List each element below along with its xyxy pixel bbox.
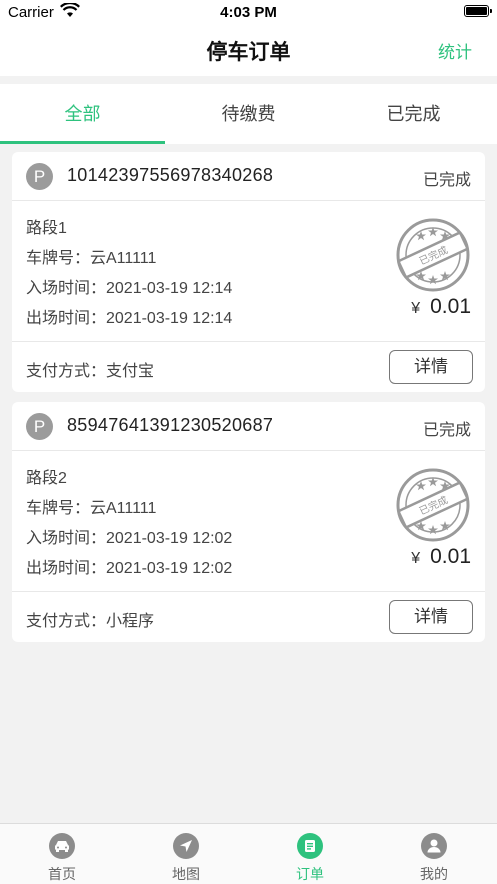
parking-icon: P xyxy=(26,413,53,440)
payment-method: 支付方式：支付宝 xyxy=(26,363,155,380)
clock: 4:03 PM xyxy=(220,4,277,21)
tabbar-item-map[interactable]: 地图 xyxy=(124,824,248,884)
order-number: 10142397556978340268 xyxy=(67,165,274,185)
order-list-icon xyxy=(297,833,323,859)
tabbar-item-home[interactable]: 首页 xyxy=(0,824,124,884)
order-card[interactable]: P 10142397556978340268 已完成 路段1 车牌号：云A111… xyxy=(12,152,485,392)
tabbar-label-map: 地图 xyxy=(172,866,200,882)
tab-all[interactable]: 全部 xyxy=(0,84,165,144)
entry-time: 入场时间：2021-03-19 12:14 xyxy=(26,280,233,297)
detail-button[interactable]: 详情 xyxy=(389,600,473,634)
amount-value: 0.01 xyxy=(430,295,471,318)
battery-icon xyxy=(464,5,492,17)
active-tab-indicator xyxy=(0,141,165,144)
tabbar-label-home: 首页 xyxy=(48,866,76,882)
order-card[interactable]: P 85947641391230520687 已完成 路段2 车牌号：云A111… xyxy=(12,402,485,642)
completed-stamp-icon: 已完成 xyxy=(395,467,471,543)
tab-completed-label: 已完成 xyxy=(386,104,441,124)
order-filter-tabs: 全部 待缴费 已完成 xyxy=(0,84,497,144)
parking-icon: P xyxy=(26,163,53,190)
order-amount: ¥0.01 xyxy=(411,295,471,319)
user-icon xyxy=(421,833,447,859)
entry-time: 入场时间：2021-03-19 12:02 xyxy=(26,530,233,547)
order-number: 85947641391230520687 xyxy=(67,415,274,435)
tabbar-item-orders[interactable]: 订单 xyxy=(248,824,372,884)
currency-symbol: ¥ xyxy=(411,300,421,317)
road-section: 路段2 xyxy=(26,470,67,487)
tab-completed[interactable]: 已完成 xyxy=(331,84,496,144)
currency-symbol: ¥ xyxy=(411,550,421,567)
tab-pending-payment[interactable]: 待缴费 xyxy=(166,84,331,144)
order-card-header: P 10142397556978340268 已完成 xyxy=(12,152,485,201)
amount-value: 0.01 xyxy=(430,545,471,568)
order-card-footer: 支付方式：小程序 详情 xyxy=(12,592,485,642)
statistics-button[interactable]: 统计 xyxy=(438,38,472,63)
completed-stamp-icon: 已完成 xyxy=(395,217,471,293)
payment-method: 支付方式：小程序 xyxy=(26,613,155,630)
tabbar-label-orders: 订单 xyxy=(296,866,324,882)
tab-all-label: 全部 xyxy=(64,104,101,124)
page-title: 停车订单 xyxy=(206,41,291,64)
order-card-footer: 支付方式：支付宝 详情 xyxy=(12,342,485,392)
status-bar: Carrier 4:03 PM xyxy=(0,0,497,26)
detail-button[interactable]: 详情 xyxy=(389,350,473,384)
tabbar-item-profile[interactable]: 我的 xyxy=(372,824,496,884)
navigation-arrow-icon xyxy=(173,833,199,859)
plate-number: 车牌号：云A11111 xyxy=(26,500,157,517)
order-card-body: 路段1 车牌号：云A11111 入场时间：2021-03-19 12:14 出场… xyxy=(12,201,485,342)
car-icon xyxy=(49,833,75,859)
order-card-body: 路段2 车牌号：云A11111 入场时间：2021-03-19 12:02 出场… xyxy=(12,451,485,592)
order-card-header: P 85947641391230520687 已完成 xyxy=(12,402,485,451)
tabbar-label-profile: 我的 xyxy=(420,866,448,882)
exit-time: 出场时间：2021-03-19 12:02 xyxy=(26,560,233,577)
road-section: 路段1 xyxy=(26,220,67,237)
order-status: 已完成 xyxy=(422,422,471,439)
navigation-bar: 停车订单 统计 xyxy=(0,26,497,76)
bottom-tab-bar: 首页 地图 订单 我的 xyxy=(0,823,497,884)
tab-pending-payment-label: 待缴费 xyxy=(221,104,276,124)
plate-number: 车牌号：云A11111 xyxy=(26,250,157,267)
exit-time: 出场时间：2021-03-19 12:14 xyxy=(26,310,233,327)
order-amount: ¥0.01 xyxy=(411,545,471,569)
order-status: 已完成 xyxy=(422,172,471,189)
